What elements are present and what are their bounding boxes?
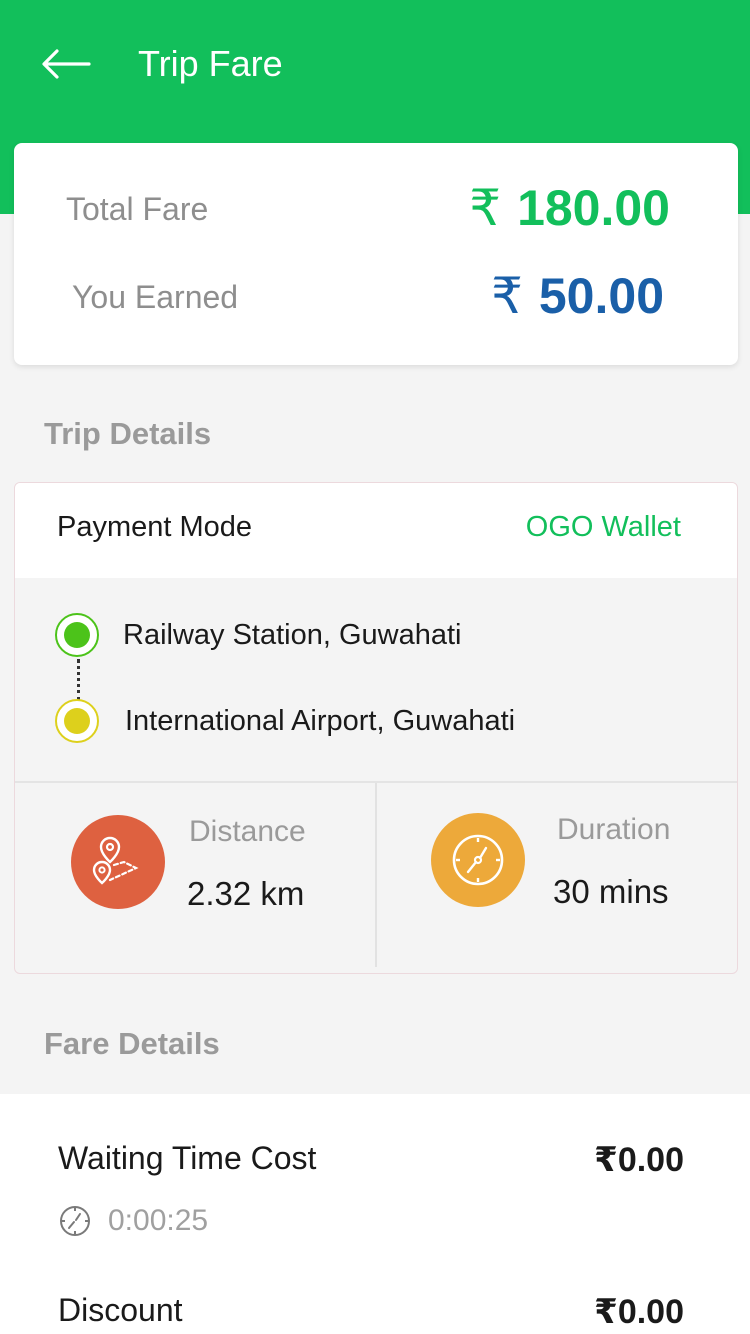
route-pins-icon (71, 815, 165, 909)
page-title: Trip Fare (138, 43, 283, 84)
total-fare-label: Total Fare (66, 191, 209, 227)
arrow-left-icon (42, 49, 91, 79)
distance-value: 2.32 km (187, 875, 305, 912)
trip-details-card: Payment Mode OGO Wallet Railway Station,… (14, 482, 738, 974)
payment-mode-value: OGO Wallet (525, 511, 681, 543)
discount-value: ₹0.00 (594, 1293, 684, 1331)
discount-label: Discount (58, 1292, 183, 1328)
distance-label: Distance (189, 815, 306, 848)
you-earned-amount: 50.00 (538, 268, 664, 324)
payment-mode-row: Payment Mode OGO Wallet (15, 483, 737, 578)
pickup-marker-icon (55, 613, 99, 657)
duration-value: 30 mins (553, 873, 669, 910)
duration-label: Duration (557, 813, 671, 846)
fare-summary-card: Total Fare ₹180.00 You Earned ₹50.00 (14, 143, 738, 365)
you-earned-label: You Earned (72, 279, 239, 315)
divider (375, 783, 377, 967)
fare-details-list: Waiting Time Cost ₹0.00 0:00:25 Discount… (0, 1094, 750, 1334)
waiting-time-cost-label: Waiting Time Cost (58, 1140, 317, 1176)
trip-details-heading: Trip Details (44, 416, 212, 451)
total-fare-currency: ₹ (469, 180, 502, 236)
total-fare-amount: 180.00 (517, 180, 670, 236)
clock-icon (60, 1206, 90, 1236)
total-fare-value: ₹180.00 (469, 179, 670, 237)
pickup-location: Railway Station, Guwahati (123, 619, 462, 651)
drop-location: International Airport, Guwahati (125, 705, 516, 737)
route-connector (77, 659, 80, 701)
clock-icon (431, 813, 525, 907)
drop-marker-icon (55, 699, 99, 743)
waiting-time-cost-value: ₹0.00 (594, 1141, 684, 1179)
back-button[interactable] (36, 40, 96, 88)
you-earned-currency: ₹ (491, 268, 523, 324)
fare-details-heading: Fare Details (44, 1026, 220, 1061)
payment-mode-label: Payment Mode (57, 511, 253, 543)
waiting-time-duration: 0:00:25 (108, 1204, 209, 1237)
you-earned-value: ₹50.00 (491, 267, 664, 325)
